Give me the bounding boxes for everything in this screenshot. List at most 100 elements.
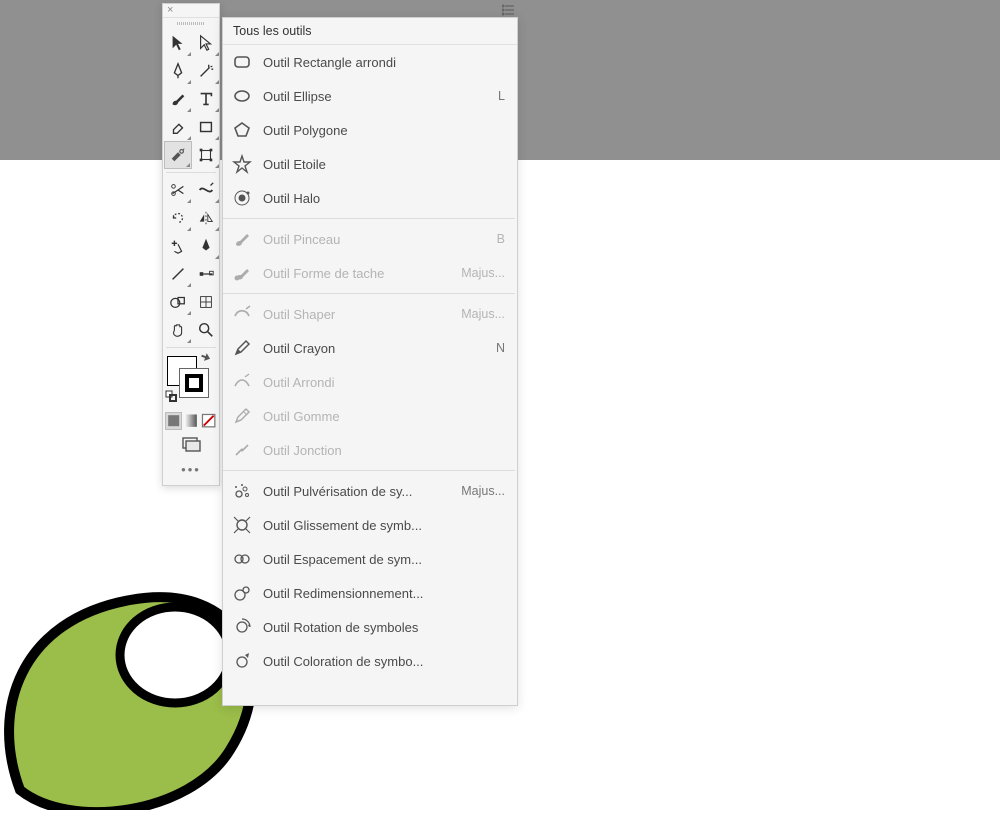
tool-item-shortcut: Majus...	[461, 266, 505, 280]
all-tools-panel: Tous les outils Outil Rectangle arrondiO…	[222, 17, 518, 706]
tool-item-shortcut: Majus...	[461, 484, 505, 498]
toolbox-grip[interactable]	[163, 18, 219, 28]
toolbox-grid	[163, 28, 219, 170]
tool-item-rounded-rect[interactable]: Outil Rectangle arrondi	[223, 45, 515, 79]
pen-alt-tool[interactable]	[192, 232, 220, 260]
all-tools-list[interactable]: Outil Rectangle arrondiOutil EllipseLOut…	[223, 45, 517, 705]
sym-shift-icon	[231, 514, 253, 536]
zoom-tool[interactable]	[192, 316, 220, 344]
free-transform-tool[interactable]	[192, 141, 220, 169]
smooth-icon	[231, 371, 253, 393]
tool-item-pencil[interactable]: Outil Crayon N	[223, 331, 515, 365]
magic-wand-tool[interactable]	[192, 57, 220, 85]
eraser-tool[interactable]	[164, 113, 192, 141]
toolbox-separator	[166, 172, 216, 173]
sym-spray-icon	[231, 480, 253, 502]
tool-item-smooth: Outil Arrondi	[223, 365, 515, 399]
tool-item-eraser: Outil Gomme	[223, 399, 515, 433]
rotate-tool[interactable]	[164, 204, 192, 232]
sym-spin-icon	[231, 616, 253, 638]
tool-item-label: Outil Jonction	[263, 443, 481, 458]
tool-item-label: Outil Ellipse	[263, 89, 481, 104]
selection-tool[interactable]	[164, 29, 192, 57]
tool-item-sym-spin[interactable]: Outil Rotation de symboles	[223, 610, 515, 644]
sym-stain-icon	[231, 650, 253, 672]
tool-item-sym-shift[interactable]: Outil Glissement de symb...	[223, 508, 515, 542]
rectangle-tool[interactable]	[192, 113, 220, 141]
blend-tool[interactable]	[164, 288, 192, 316]
tool-group-separator	[223, 218, 515, 219]
mesh-tool[interactable]	[192, 288, 220, 316]
type-tool[interactable]	[192, 85, 220, 113]
tool-item-label: Outil Pulvérisation de sy...	[263, 484, 451, 499]
join-icon	[231, 439, 253, 461]
tool-item-flare[interactable]: Outil Halo	[223, 181, 515, 215]
tool-item-star[interactable]: Outil Etoile	[223, 147, 515, 181]
shape-builder-tool[interactable]	[164, 141, 192, 169]
tool-item-shortcut: Majus...	[461, 307, 505, 321]
tool-item-label: Outil Arrondi	[263, 375, 481, 390]
eraser-icon	[231, 405, 253, 427]
pencil-icon	[231, 337, 253, 359]
polygon-icon	[231, 119, 253, 141]
tool-item-shortcut: B	[491, 232, 505, 246]
flare-icon	[231, 187, 253, 209]
tool-item-label: Outil Redimensionnement...	[263, 586, 481, 601]
tool-item-label: Outil Shaper	[263, 307, 451, 322]
tool-item-sym-scrunch[interactable]: Outil Espacement de sym...	[223, 542, 515, 576]
tool-item-brush: Outil Pinceau B	[223, 222, 515, 256]
sym-scrunch-icon	[231, 548, 253, 570]
tool-item-shortcut: N	[491, 341, 505, 355]
brush-icon	[231, 228, 253, 250]
swap-fill-stroke-icon[interactable]	[199, 352, 211, 364]
panel-menu-icon[interactable]	[502, 3, 516, 17]
blob-brush-icon	[231, 262, 253, 284]
anchor-add-tool[interactable]	[164, 232, 192, 260]
color-mode-gradient[interactable]	[182, 412, 199, 430]
hand-tool[interactable]	[164, 316, 192, 344]
default-fill-stroke-icon[interactable]	[165, 390, 177, 402]
tool-item-join: Outil Jonction	[223, 433, 515, 467]
tool-item-ellipse[interactable]: Outil Ellipse L	[223, 79, 515, 113]
color-mode-none[interactable]	[200, 412, 217, 430]
stroke-swatch[interactable]	[179, 368, 209, 398]
star-icon	[231, 153, 253, 175]
tool-group-separator	[223, 470, 515, 471]
color-mode-row	[163, 410, 219, 432]
color-swatch-block	[163, 350, 219, 410]
reflect-tool[interactable]	[192, 204, 220, 232]
tool-item-label: Outil Forme de tache	[263, 266, 451, 281]
tool-item-label: Outil Etoile	[263, 157, 481, 172]
toolbox-close-button[interactable]: ×	[163, 4, 219, 18]
direct-selection-tool[interactable]	[192, 29, 220, 57]
toolbox-separator-2	[166, 347, 216, 348]
tool-item-label: Outil Rotation de symboles	[263, 620, 481, 635]
tool-item-shortcut: L	[491, 89, 505, 103]
tool-item-label: Outil Pinceau	[263, 232, 481, 247]
tool-item-label: Outil Polygone	[263, 123, 481, 138]
tool-item-sym-stain[interactable]: Outil Coloration de symbo...	[223, 644, 515, 678]
shaper-icon	[231, 303, 253, 325]
anchor-point-tool[interactable]	[192, 260, 220, 288]
pen-tool[interactable]	[164, 57, 192, 85]
scissors-tool[interactable]	[164, 176, 192, 204]
rounded-rect-icon	[231, 51, 253, 73]
tool-item-label: Outil Crayon	[263, 341, 481, 356]
edit-toolbar-button[interactable]: •••	[163, 456, 219, 485]
sym-size-icon	[231, 582, 253, 604]
width-tool[interactable]	[192, 176, 220, 204]
line-tool[interactable]	[164, 260, 192, 288]
tool-item-blob-brush: Outil Forme de tache Majus...	[223, 256, 515, 290]
tool-item-label: Outil Coloration de symbo...	[263, 654, 481, 669]
tool-item-label: Outil Glissement de symb...	[263, 518, 481, 533]
ellipse-icon	[231, 85, 253, 107]
tool-item-label: Outil Rectangle arrondi	[263, 55, 481, 70]
toolbox-panel: ×	[162, 3, 220, 486]
screen-mode-button[interactable]	[163, 432, 219, 456]
tool-item-sym-size[interactable]: Outil Redimensionnement...	[223, 576, 515, 610]
tool-item-shaper: Outil Shaper Majus...	[223, 297, 515, 331]
color-mode-solid[interactable]	[165, 412, 182, 430]
tool-item-polygon[interactable]: Outil Polygone	[223, 113, 515, 147]
brush-tool[interactable]	[164, 85, 192, 113]
tool-item-sym-spray[interactable]: Outil Pulvérisation de sy... Majus...	[223, 474, 515, 508]
